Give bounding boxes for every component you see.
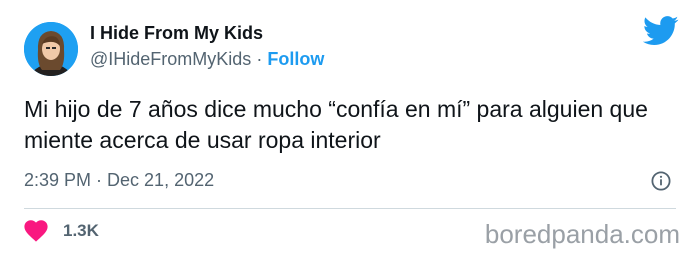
info-icon[interactable] — [651, 171, 671, 191]
avatar[interactable] — [24, 22, 78, 76]
author-handle[interactable]: @IHideFromMyKids — [90, 49, 251, 69]
follow-button[interactable]: Follow — [267, 49, 324, 69]
tweet-text: Mi hijo de 7 años dice mucho “confía en … — [24, 96, 648, 153]
handle-separator: · — [256, 49, 263, 69]
watermark: boredpanda.com — [484, 219, 680, 249]
author-display-name[interactable]: I Hide From My Kids — [90, 23, 263, 44]
tweet-timestamp[interactable]: 2:39 PM · Dec 21, 2022 — [24, 170, 214, 191]
heart-icon[interactable] — [24, 220, 48, 242]
divider — [24, 208, 676, 209]
twitter-bird-icon[interactable] — [643, 16, 679, 46]
like-count[interactable]: 1.3K — [63, 221, 99, 241]
author-handle-row: @IHideFromMyKids · Follow — [90, 49, 324, 70]
avatar-photo — [24, 22, 78, 76]
